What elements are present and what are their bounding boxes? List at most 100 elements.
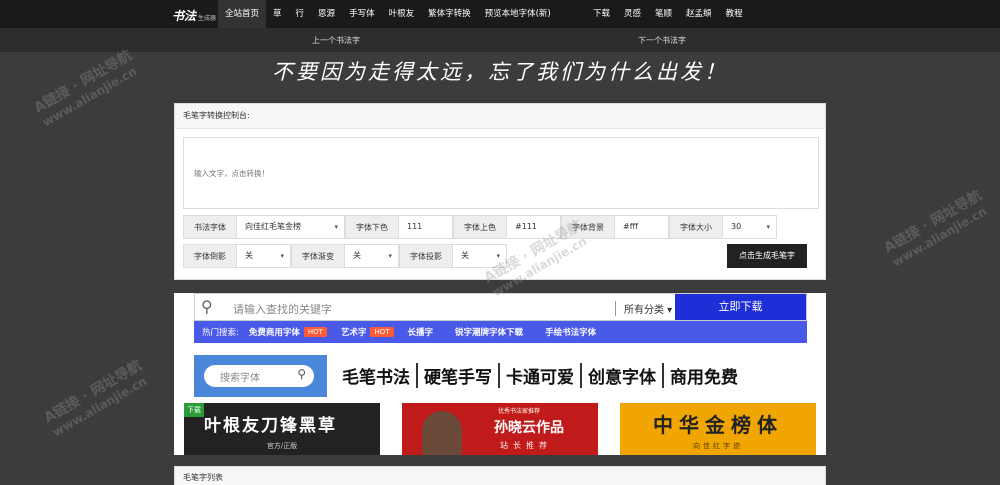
watermark-line-2: www.alianjie.cn	[890, 204, 990, 270]
watermark: A链接 · 网址导航 www.alianjie.cn	[40, 355, 152, 440]
prev-font-link[interactable]: 上一个书法字	[312, 35, 360, 46]
options-row-2: 字体倒影 关 ▾ 字体渐变 关 ▾ 字体投影 关 ▾	[183, 244, 507, 268]
promo-subtitle: 官方/正版	[266, 442, 298, 450]
nav-item-stroke-order[interactable]: 笔顺	[648, 0, 679, 28]
top-nav: 书法 生成器 全站首页 草 行 恩源 手写体 叶根友 繁体字转换 预览本地字体(…	[0, 0, 1000, 28]
nav-item-yegenyou[interactable]: 叶根友	[382, 0, 422, 28]
top-color-input[interactable]: #111	[507, 215, 561, 239]
font-label: 书法字体	[183, 215, 237, 239]
category-cartoon[interactable]: 卡通可爱	[500, 363, 582, 388]
promo-title: 孙晓云作品	[494, 420, 564, 436]
promo-card-jinbang[interactable]: 中华金榜体 向佳红字迹	[620, 403, 816, 455]
sub-nav: 上一个书法字 下一个书法字	[0, 28, 1000, 52]
search-font-placeholder: 搜索字体	[220, 373, 260, 384]
search-icon: ⚲	[201, 297, 213, 316]
shadow-label: 字体投影	[399, 244, 453, 268]
search-font-input[interactable]: 搜索字体 ⚲	[204, 365, 314, 387]
promo-card-sunxiaoyun[interactable]: 优秀书法家推荐 孙晓云作品 站长推荐	[402, 403, 598, 455]
nav-item-xing[interactable]: 行	[289, 0, 312, 28]
hot-item-art-font[interactable]: 艺术字	[341, 326, 367, 338]
nav-item-cao[interactable]: 草	[266, 0, 289, 28]
ad-search-bar: ⚲ 请输入查找的关键字 所有分类 ▾ 立即下载	[194, 293, 807, 321]
font-select[interactable]: 向佳红毛笔金榜 ▾	[237, 215, 345, 239]
hot-item-ruizi[interactable]: 锐字潮牌字体下载	[455, 326, 523, 338]
hot-badge: HOT	[303, 327, 327, 337]
nav-item-zhaomengfu[interactable]: 赵孟頫	[679, 0, 719, 28]
text-input[interactable]	[183, 137, 819, 209]
nav-item-traditional[interactable]: 繁体字转换	[421, 0, 478, 28]
hot-item-hand-drawn[interactable]: 手绘书法字体	[545, 326, 596, 338]
hot-search-bar: 热门搜索: 免费商用字体 HOT 艺术字 HOT 长播字 锐字潮牌字体下载 手绘…	[194, 321, 807, 343]
background-color-label: 字体背景	[561, 215, 615, 239]
shadow-select[interactable]: 关 ▾	[453, 244, 507, 268]
category-select[interactable]: 所有分类 ▾	[615, 301, 672, 316]
chevron-down-icon: ▾	[388, 252, 392, 260]
nav-item-preview-local[interactable]: 预览本地字体(新)	[478, 0, 558, 28]
font-size-select[interactable]: 30 ▾	[723, 215, 777, 239]
next-font-link[interactable]: 下一个书法字	[638, 35, 686, 46]
nav-item-download[interactable]: 下载	[586, 0, 617, 28]
logo-text: 书法	[172, 9, 197, 23]
site-logo[interactable]: 书法 生成器	[172, 7, 216, 23]
slogan: 不要因为走得太远，忘了我们为什么出发！	[272, 60, 728, 84]
hot-item-free-commercial[interactable]: 免费商用字体	[249, 326, 300, 338]
download-now-button[interactable]: 立即下载	[675, 294, 806, 320]
bottom-color-label: 字体下色	[345, 215, 399, 239]
category-free-commercial[interactable]: 商用免费	[664, 363, 744, 388]
nav-right: 下载 灵感 笔顺 赵孟頫 教程	[586, 0, 750, 28]
watermark-line-1: A链接 · 网址导航	[41, 357, 145, 427]
promo-kicker: 优秀书法家推荐	[498, 408, 541, 415]
promo-title: 叶根友刀锋黑草	[204, 416, 337, 436]
reflection-label: 字体倒影	[183, 244, 237, 268]
background-color-input[interactable]: #fff	[615, 215, 669, 239]
promo-card-yegenyou[interactable]: 下载 叶根友刀锋黑草 官方/正版	[184, 403, 380, 455]
panel-title: 毛笔字转换控制台:	[175, 104, 825, 129]
category-hard-pen[interactable]: 硬笔手写	[418, 363, 500, 388]
watermark: A链接 · 网址导航 www.alianjie.cn	[880, 185, 992, 270]
ad-search-input[interactable]: 请输入查找的关键字	[233, 301, 332, 317]
gradient-value: 关	[353, 251, 361, 260]
nav-left: 全站首页 草 行 恩源 手写体 叶根友 繁体字转换 预览本地字体(新)	[218, 0, 558, 28]
nav-item-inspiration[interactable]: 灵感	[617, 0, 648, 28]
options-row-1: 书法字体 向佳红毛笔金榜 ▾ 字体下色 111 字体上色 #111 字体背景 #f…	[183, 215, 777, 239]
download-tag: 下载	[184, 403, 204, 417]
promo-subtitle: 向佳红字迹	[693, 442, 743, 450]
nav-item-enyuan[interactable]: 恩源	[311, 0, 342, 28]
watermark-line-2: www.alianjie.cn	[50, 374, 150, 440]
generate-button[interactable]: 点击生成毛笔字	[727, 244, 807, 268]
chevron-down-icon: ▾	[496, 252, 500, 260]
top-color-label: 字体上色	[453, 215, 507, 239]
category-creative[interactable]: 创意字体	[582, 363, 664, 388]
ad-banner: ⚲ 请输入查找的关键字 所有分类 ▾ 立即下载 热门搜索: 免费商用字体 HOT…	[174, 293, 826, 455]
font-size-value: 30	[731, 222, 742, 231]
chevron-down-icon: ▾	[334, 223, 338, 231]
converter-panel: 毛笔字转换控制台: 书法字体 向佳红毛笔金榜 ▾ 字体下色 111 字体上色 #1…	[174, 103, 826, 280]
promo-title: 中华金榜体	[653, 413, 783, 437]
nav-item-handwriting[interactable]: 手写体	[342, 0, 382, 28]
font-list-title: 毛笔字列表	[183, 473, 223, 482]
hot-search-label: 热门搜索:	[202, 328, 239, 338]
font-categories: 毛笔书法 硬笔手写 卡通可爱 创意字体 商用免费	[336, 363, 744, 388]
watermark-line-1: A链接 · 网址导航	[881, 187, 985, 257]
portrait-image	[422, 411, 462, 455]
font-select-value: 向佳红毛笔金榜	[245, 222, 301, 231]
promo-subtitle: 站长推荐	[500, 441, 552, 450]
shadow-value: 关	[461, 251, 469, 260]
logo-subtext: 生成器	[198, 15, 217, 22]
category-brush[interactable]: 毛笔书法	[336, 363, 418, 388]
chevron-down-icon: ▾	[766, 223, 770, 231]
chevron-down-icon: ▾	[280, 252, 284, 260]
reflection-value: 关	[245, 251, 253, 260]
bottom-color-input[interactable]: 111	[399, 215, 453, 239]
gradient-label: 字体渐变	[291, 244, 345, 268]
hot-item-changbo[interactable]: 长播字	[408, 326, 434, 338]
reflection-select[interactable]: 关 ▾	[237, 244, 291, 268]
font-list-panel: 毛笔字列表	[174, 466, 826, 485]
search-font-box: 搜索字体 ⚲	[194, 355, 327, 397]
nav-item-home[interactable]: 全站首页	[218, 0, 267, 28]
gradient-select[interactable]: 关 ▾	[345, 244, 399, 268]
magnifier-icon[interactable]: ⚲	[297, 367, 306, 381]
category-value: 所有分类	[624, 305, 664, 316]
font-size-label: 字体大小	[669, 215, 723, 239]
nav-item-tutorial[interactable]: 教程	[719, 0, 750, 28]
